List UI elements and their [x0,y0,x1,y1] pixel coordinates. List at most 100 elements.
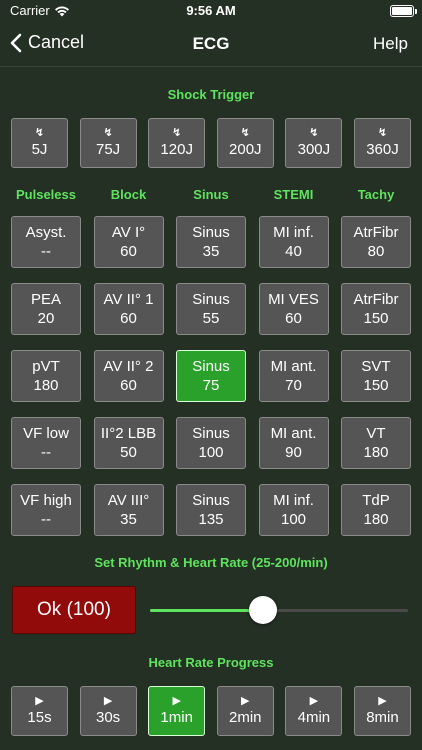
rhythm-button-tachy[interactable]: VT 180 [341,417,411,469]
rhythm-name: VF high [20,492,72,509]
rhythm-button-sinus[interactable]: Sinus 135 [176,484,246,536]
rhythm-rate: 150 [363,377,389,394]
heart-rate-title: Set Rhythm & Heart Rate (25-200/min) [94,555,328,570]
slider-thumb[interactable] [248,596,277,624]
rhythm-button-block[interactable]: AV II° 1 60 [93,283,164,335]
rhythm-row: VF high -- AV III° 35 Sinus 135 MI inf. 100 TdP 1… [11,484,411,536]
rhythm-button-pulseless[interactable]: VF low -- [11,417,81,469]
heart-rate-slider[interactable] [150,596,408,624]
play-icon: ▶ [309,695,319,707]
rhythm-rate: 180 [33,377,59,394]
progress-4min-button[interactable]: ▶ 4min [285,686,343,736]
help-button[interactable]: Help [373,34,408,54]
play-icon: ▶ [378,695,387,707]
rhythm-rate: 135 [198,511,224,528]
rhythm-rate: 80 [367,243,385,260]
rhythm-name: MI VES [268,291,319,308]
ok-button[interactable]: Ok (100) [12,586,136,634]
rhythm-button-block[interactable]: II°2 LBB 50 [93,417,164,469]
rhythm-name: Asyst. [25,224,67,241]
column-header-tachy: Tachy [357,187,395,202]
rhythm-button-tachy[interactable]: AtrFibr 80 [341,216,411,268]
rhythm-name: AtrFibr [353,291,399,308]
rhythm-button-block[interactable]: AV I° 60 [93,216,164,268]
rhythm-button-sinus[interactable]: Sinus 100 [176,417,246,469]
shock-button-row: ↯ 5J ↯ 75J ↯ 120J ↯ 200J ↯ 300J ↯ 360J [11,118,411,168]
rhythm-name: MI inf. [273,224,314,241]
rhythm-button-stemi[interactable]: MI VES 60 [258,283,329,335]
rhythm-name: MI ant. [270,358,317,375]
shock-300j-button[interactable]: ↯ 300J [285,118,343,168]
rhythm-button-sinus[interactable]: Sinus 35 [176,216,246,268]
rhythm-name: AV II° 1 [103,291,154,308]
rhythm-button-tachy[interactable]: SVT 150 [341,350,411,402]
rhythm-rate: 70 [285,377,302,394]
slider-fill [150,609,263,612]
play-icon: ▶ [172,695,181,707]
play-icon: ▶ [35,695,44,707]
status-bar: Carrier 9:56 AM [0,0,422,22]
rhythm-rate: 35 [120,511,137,528]
rhythm-button-block[interactable]: AV II° 2 60 [93,350,164,402]
page-title: ECG [192,34,230,53]
progress-15s-button[interactable]: ▶ 15s [11,686,68,736]
play-icon: ▶ [241,695,250,707]
shock-120j-button[interactable]: ↯ 120J [148,118,206,168]
rhythm-name: AV I° [111,224,146,241]
shock-5j-button[interactable]: ↯ 5J [11,118,68,168]
rhythm-name: VT [366,425,386,442]
rhythm-name: II°2 LBB [100,425,157,442]
progress-button-row: ▶ 15s ▶ 30s ▶ 1min ▶ 2min ▶ 4min ▶ 8min [11,686,411,736]
rhythm-button-tachy[interactable]: AtrFibr 150 [341,283,411,335]
progress-2min-button[interactable]: ▶ 2min [216,686,274,736]
nav-divider [0,66,422,67]
rhythm-row: pVT 180 AV II° 2 60 Sinus 75 MI ant. 70 SVT 150 [11,350,411,402]
rhythm-name: Sinus [192,224,230,241]
shock-trigger-title: Shock Trigger [167,87,255,102]
rhythm-button-sinus[interactable]: Sinus 75 [176,350,246,402]
rhythm-rate: 20 [37,310,55,327]
rhythm-button-block[interactable]: AV III° 35 [93,484,164,536]
status-time: 9:56 AM [186,3,236,18]
rhythm-rate: -- [41,511,51,528]
rhythm-button-pulseless[interactable]: Asyst. -- [11,216,81,268]
shock-200j-button[interactable]: ↯ 200J [216,118,274,168]
rhythm-row: PEA 20 AV II° 1 60 Sinus 55 MI VES 60 AtrFibr 150 [11,283,411,335]
progress-30s-button[interactable]: ▶ 30s [79,686,137,736]
rhythm-row: Asyst. -- AV I° 60 Sinus 35 MI inf. 40 AtrFibr 80 [11,216,411,268]
rhythm-name: MI inf. [273,492,314,509]
rhythm-button-stemi[interactable]: MI inf. 100 [258,484,329,536]
column-header-sinus: Sinus [193,187,229,202]
progress-1min-button[interactable]: ▶ 1min [148,686,206,736]
rhythm-button-stemi[interactable]: MI ant. 90 [258,417,329,469]
rhythm-name: VF low [23,425,69,442]
shock-360j-button[interactable]: ↯ 360J [353,118,411,168]
rhythm-button-stemi[interactable]: MI ant. 70 [258,350,329,402]
rhythm-rate: 35 [202,243,220,260]
progress-8min-button[interactable]: ▶ 8min [353,686,411,736]
battery-icon [390,5,417,17]
bolt-icon: ↯ [309,127,319,139]
rhythm-name: Sinus [192,291,230,308]
rhythm-button-tachy[interactable]: TdP 180 [341,484,411,536]
rhythm-name: AV II° 2 [103,358,154,375]
rhythm-rate: 55 [202,310,220,327]
rhythm-button-pulseless[interactable]: pVT 180 [11,350,81,402]
rhythm-rate: 180 [363,511,389,528]
rhythm-rate: 75 [202,377,220,394]
shock-75j-button[interactable]: ↯ 75J [79,118,137,168]
bolt-icon: ↯ [377,127,388,139]
rhythm-name: AtrFibr [353,224,399,241]
rhythm-name: AV III° [107,492,150,509]
rhythm-rate: 180 [363,444,389,461]
bolt-icon: ↯ [172,127,182,139]
rhythm-name: Sinus [192,358,230,375]
rhythm-button-stemi[interactable]: MI inf. 40 [258,216,329,268]
rhythm-button-pulseless[interactable]: PEA 20 [11,283,81,335]
play-icon: ▶ [103,695,113,707]
rhythm-button-pulseless[interactable]: VF high -- [11,484,81,536]
heart-rate-progress-title: Heart Rate Progress [148,655,274,670]
column-header-block: Block [110,187,147,202]
rhythm-button-sinus[interactable]: Sinus 55 [176,283,246,335]
rhythm-column-headers: Pulseless Block Sinus STEMI Tachy [11,187,411,202]
